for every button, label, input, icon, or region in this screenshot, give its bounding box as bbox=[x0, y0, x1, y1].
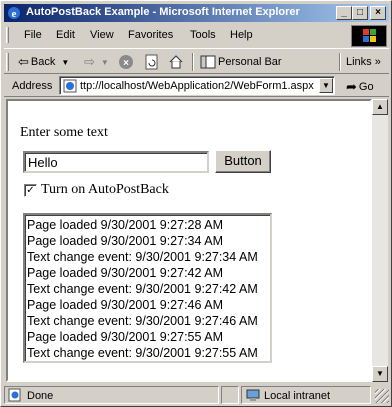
intranet-icon bbox=[246, 389, 260, 401]
go-arrow-icon: ➦ bbox=[346, 79, 357, 94]
address-input[interactable]: ttp://localhost/WebApplication2/WebForm1… bbox=[59, 76, 335, 95]
back-arrow-icon: ⇦ bbox=[18, 54, 29, 69]
autopostback-label: Turn on AutoPostBack bbox=[41, 182, 169, 197]
minimize-button[interactable]: _ bbox=[336, 6, 352, 20]
scroll-up-icon[interactable]: ▲ bbox=[372, 99, 388, 115]
list-item[interactable]: Page loaded 9/30/2001 9:27:28 AM bbox=[27, 217, 268, 233]
page-content: Enter some text Hello Button ✓ Turn on A… bbox=[6, 99, 372, 382]
list-item[interactable]: Page loaded 9/30/2001 9:27:34 AM bbox=[27, 233, 268, 249]
prompt-label: Enter some text bbox=[20, 125, 108, 140]
zone-pane: Local intranet bbox=[241, 386, 371, 404]
menu-bar: File Edit View Favorites Tools Help bbox=[4, 24, 389, 47]
go-label: Go bbox=[358, 81, 374, 93]
home-icon bbox=[169, 55, 183, 69]
back-dropdown-icon[interactable]: ▼ bbox=[61, 58, 69, 67]
status-text: Done bbox=[27, 390, 54, 402]
zone-text: Local intranet bbox=[264, 390, 331, 402]
event-log-listbox[interactable]: Page loaded 9/30/2001 9:27:28 AM Page lo… bbox=[23, 213, 272, 363]
windows-logo bbox=[351, 25, 387, 47]
forward-dropdown-icon[interactable]: ▼ bbox=[101, 58, 109, 67]
list-item[interactable]: Page loaded 9/30/2001 9:27:46 AM bbox=[27, 297, 268, 313]
status-pane: Done bbox=[4, 386, 219, 404]
menu-edit[interactable]: Edit bbox=[56, 29, 75, 41]
maximize-button[interactable]: □ bbox=[352, 6, 368, 20]
resize-grip-icon[interactable] bbox=[375, 389, 389, 403]
stop-icon: × bbox=[119, 55, 133, 69]
menu-file[interactable]: File bbox=[24, 29, 42, 41]
links-label: Links bbox=[346, 56, 372, 68]
page-icon bbox=[63, 79, 77, 93]
menubar-grip[interactable] bbox=[6, 27, 9, 43]
menu-help[interactable]: Help bbox=[230, 29, 253, 41]
standard-toolbar: ⇦ Back ▼ ⇨ ▼ × Personal Bar Links » bbox=[4, 48, 389, 74]
back-button[interactable]: ⇦ Back ▼ bbox=[18, 54, 69, 70]
forward-button[interactable]: ⇨ ▼ bbox=[84, 54, 109, 70]
window-title: AutoPostBack Example - Microsoft Interne… bbox=[26, 6, 300, 18]
toolbar-separator bbox=[339, 53, 341, 71]
refresh-button[interactable] bbox=[144, 54, 160, 70]
toolbar-grip[interactable] bbox=[6, 53, 9, 71]
back-label: Back bbox=[30, 56, 56, 68]
toolbar-separator bbox=[192, 53, 194, 71]
svg-text:×: × bbox=[123, 58, 129, 69]
refresh-icon bbox=[145, 54, 158, 70]
status-bar: Done Local intranet bbox=[4, 385, 389, 405]
personal-bar-button[interactable]: Personal Bar bbox=[200, 54, 282, 70]
personal-bar-icon bbox=[200, 55, 216, 69]
status-pane-empty bbox=[221, 386, 239, 404]
list-item[interactable]: Text change event: 9/30/2001 9:27:55 AM bbox=[27, 345, 268, 361]
title-bar[interactable]: e AutoPostBack Example - Microsoft Inter… bbox=[4, 4, 389, 22]
menu-tools[interactable]: Tools bbox=[190, 29, 216, 41]
list-item[interactable]: Page loaded 9/30/2001 9:27:55 AM bbox=[27, 329, 268, 345]
links-button[interactable]: Links » bbox=[346, 54, 381, 70]
list-item[interactable]: Text change event: 9/30/2001 9:27:42 AM bbox=[27, 281, 268, 297]
address-dropdown-icon[interactable]: ▼ bbox=[319, 78, 333, 93]
address-url: ttp://localhost/WebApplication2/WebForm1… bbox=[80, 80, 314, 92]
forward-arrow-icon: ⇨ bbox=[84, 54, 95, 69]
personal-bar-label: Personal Bar bbox=[218, 56, 282, 68]
close-button[interactable]: × bbox=[370, 6, 386, 20]
autopostback-row[interactable]: ✓ Turn on AutoPostBack bbox=[24, 182, 169, 198]
ie-icon: e bbox=[8, 7, 20, 20]
stop-button[interactable]: × bbox=[118, 54, 134, 70]
list-item[interactable]: Page loaded 9/30/2001 9:27:42 AM bbox=[27, 265, 268, 281]
go-button[interactable]: ➦ Go bbox=[346, 79, 374, 95]
autopostback-checkbox[interactable]: ✓ bbox=[24, 183, 37, 197]
windows-flag-icon bbox=[363, 29, 376, 42]
browser-window: e AutoPostBack Example - Microsoft Inter… bbox=[0, 0, 392, 407]
vertical-scrollbar[interactable]: ▲ ▼ bbox=[372, 99, 388, 382]
svg-text:e: e bbox=[12, 8, 17, 20]
list-item[interactable]: Text change event: 9/30/2001 9:27:34 AM bbox=[27, 249, 268, 265]
home-button[interactable] bbox=[168, 54, 184, 70]
scroll-down-icon[interactable]: ▼ bbox=[372, 366, 388, 382]
menu-favorites[interactable]: Favorites bbox=[128, 29, 173, 41]
address-bar: Address ttp://localhost/WebApplication2/… bbox=[4, 75, 389, 97]
text-input[interactable]: Hello bbox=[23, 151, 209, 173]
list-item[interactable]: Text change event: 9/30/2001 9:27:46 AM bbox=[27, 313, 268, 329]
address-label: Address bbox=[12, 80, 53, 92]
chevron-right-icon: » bbox=[374, 56, 381, 68]
page-done-icon bbox=[8, 388, 21, 402]
submit-button[interactable]: Button bbox=[215, 150, 271, 173]
menu-view[interactable]: View bbox=[90, 29, 114, 41]
